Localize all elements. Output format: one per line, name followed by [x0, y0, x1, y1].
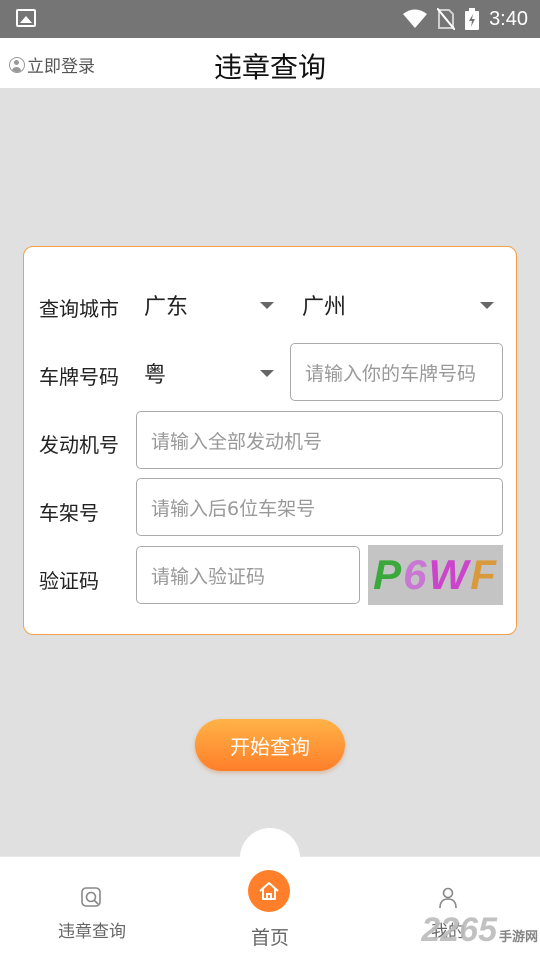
- engine-number-input[interactable]: 请输入全部发动机号: [136, 411, 503, 469]
- plate-prefix-value: 粤: [144, 363, 167, 388]
- search-icon: [81, 887, 101, 907]
- captcha-char-4: F: [470, 551, 498, 598]
- home-icon: [259, 882, 279, 900]
- tab-violation-query-label: 违章查询: [58, 922, 126, 942]
- plate-number-input[interactable]: 请输入你的车牌号码: [290, 343, 503, 401]
- image-notification-icon: [16, 9, 36, 27]
- page-title: 违章查询: [213, 51, 326, 84]
- plate-number-placeholder: 请输入你的车牌号码: [305, 362, 477, 385]
- city-select[interactable]: 广州: [302, 285, 502, 325]
- province-value: 广东: [144, 295, 189, 320]
- app-bar: 立即登录 违章查询: [0, 38, 540, 88]
- status-time: 3:40: [489, 7, 528, 30]
- captcha-char-1: P: [373, 551, 404, 598]
- captcha-char-3: W: [428, 551, 471, 598]
- plate-prefix-select[interactable]: 粤: [144, 353, 279, 393]
- wifi-icon: [403, 9, 428, 28]
- tab-violation-query[interactable]: 违章查询: [52, 887, 132, 942]
- tab-home-label: 首页: [250, 927, 289, 949]
- captcha-image[interactable]: P 6 W F: [368, 545, 503, 605]
- captcha-char-2: 6: [403, 551, 429, 598]
- watermark-logo: 2265 手游网: [421, 911, 538, 950]
- tab-home[interactable]: 首页: [230, 923, 310, 950]
- battery-charging-icon: [465, 8, 480, 30]
- status-icons: 3:40: [403, 0, 528, 38]
- frame-label: 车架号: [39, 501, 99, 525]
- home-button[interactable]: [248, 870, 290, 912]
- captcha-label: 验证码: [39, 569, 99, 593]
- plate-prefix-dropdown-icon[interactable]: [260, 370, 274, 377]
- city-dropdown-icon[interactable]: [480, 302, 494, 309]
- engine-label: 发动机号: [39, 433, 119, 457]
- user-icon: [439, 887, 457, 909]
- frame-number-input[interactable]: 请输入后6位车架号: [136, 478, 503, 536]
- plate-label: 车牌号码: [39, 365, 119, 389]
- frame-number-placeholder: 请输入后6位车架号: [151, 497, 316, 520]
- city-label: 查询城市: [39, 297, 119, 321]
- status-bar: 3:40: [0, 0, 540, 38]
- query-form-card: 查询城市 广东 广州 车牌号码 粤 请输入你的车牌号码 发动机号 请输入全部发动…: [23, 246, 517, 635]
- watermark-text: 2265: [421, 911, 497, 949]
- province-dropdown-icon[interactable]: [260, 302, 274, 309]
- city-value: 广州: [302, 295, 347, 320]
- captcha-input[interactable]: 请输入验证码: [136, 546, 360, 604]
- province-select[interactable]: 广东: [144, 285, 279, 325]
- watermark-sub: 手游网: [498, 929, 538, 944]
- start-query-button[interactable]: 开始查询: [195, 719, 345, 771]
- no-sim-icon: [437, 8, 456, 30]
- captcha-placeholder: 请输入验证码: [151, 565, 266, 588]
- engine-number-placeholder: 请输入全部发动机号: [151, 430, 323, 453]
